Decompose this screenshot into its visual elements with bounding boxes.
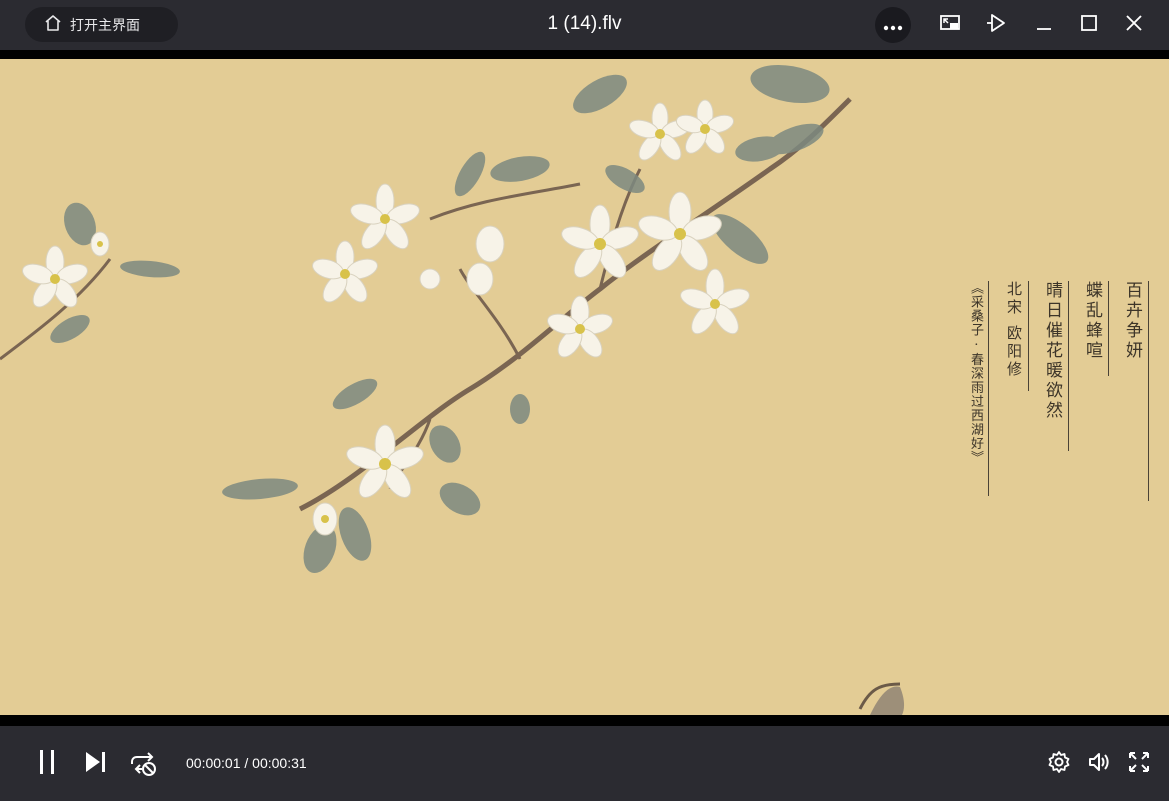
minimize-icon — [1033, 12, 1055, 38]
time-separator: / — [244, 755, 249, 771]
close-icon — [1123, 12, 1145, 38]
pause-button[interactable] — [34, 750, 60, 778]
poem-line-1: 百卉争妍 — [1120, 281, 1149, 501]
more-button[interactable] — [875, 7, 911, 43]
video-frame[interactable]: 百卉争妍 蝶乱蜂喧 晴日催花暖欲然 北宋 欧阳修 《采桑子 · 春深雨过西湖好》 — [0, 59, 1169, 715]
pin-on-top-icon — [985, 12, 1007, 38]
settings-button[interactable] — [1047, 750, 1071, 778]
loop-toggle-button[interactable] — [129, 750, 159, 780]
loop-off-icon — [129, 748, 159, 782]
video-area[interactable]: 百卉争妍 蝶乱蜂喧 晴日催花暖欲然 北宋 欧阳修 《采桑子 · 春深雨过西湖好》 — [0, 50, 1169, 726]
picture-in-picture-button[interactable] — [936, 11, 964, 39]
title-bar: 打开主界面 1 (14).flv — [0, 0, 1169, 50]
fullscreen-icon — [1127, 750, 1151, 778]
current-time: 00:00:01 — [186, 755, 241, 771]
minimize-button[interactable] — [1030, 11, 1058, 39]
volume-icon — [1087, 750, 1111, 778]
maximize-button[interactable] — [1075, 11, 1103, 39]
volume-button[interactable] — [1087, 752, 1111, 776]
total-time: 00:00:31 — [252, 755, 307, 771]
poem-line-2: 蝶乱蜂喧 — [1080, 281, 1109, 376]
poem-line-3: 晴日催花暖欲然 — [1040, 281, 1069, 451]
picture-in-picture-icon — [939, 12, 961, 38]
next-button[interactable] — [82, 751, 110, 777]
fullscreen-button[interactable] — [1127, 752, 1151, 776]
poem-source: 《采桑子 · 春深雨过西湖好》 — [966, 281, 989, 496]
time-display: 00:00:01 / 00:00:31 — [186, 755, 307, 771]
close-button[interactable] — [1120, 11, 1148, 39]
settings-icon — [1047, 750, 1071, 778]
control-bar: 00:00:01 / 00:00:31 — [0, 726, 1169, 801]
more-icon — [883, 16, 903, 35]
flower-painting-image — [0, 64, 905, 715]
poem-author: 北宋 欧阳修 — [1004, 281, 1029, 391]
next-icon — [82, 749, 110, 779]
maximize-icon — [1078, 12, 1100, 38]
pause-icon — [34, 748, 60, 780]
pin-on-top-button[interactable] — [982, 11, 1010, 39]
